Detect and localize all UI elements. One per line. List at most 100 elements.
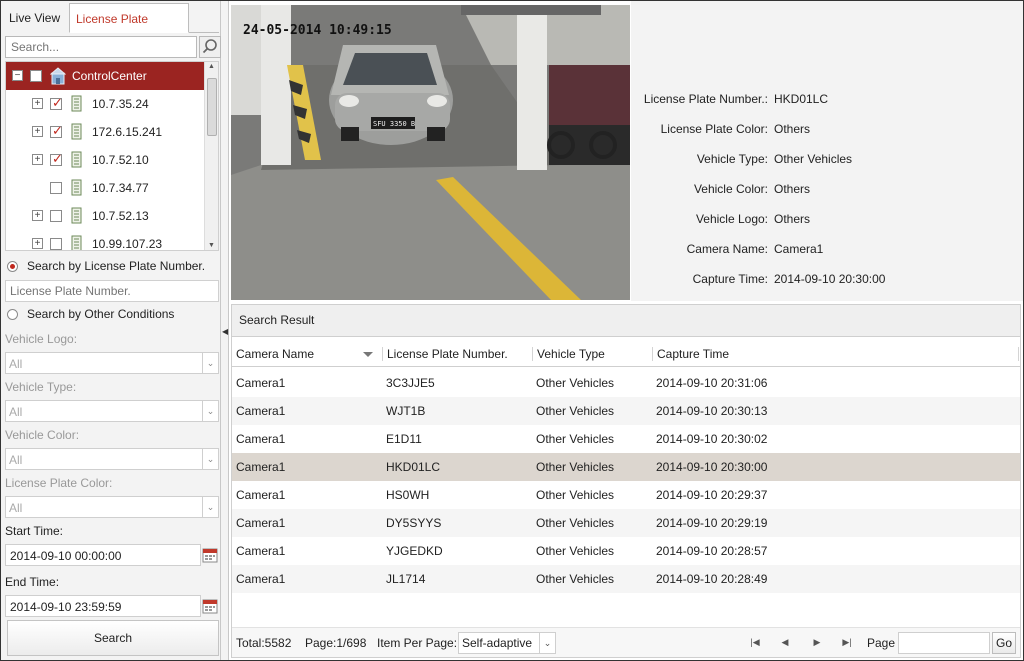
detail-key: Vehicle Logo:	[695, 212, 768, 226]
capture-image: SFU 3350 B 24-05-2014 10:49:15	[231, 5, 630, 300]
chevron-down-icon[interactable]: ⌄	[539, 633, 555, 653]
end-time-label: End Time:	[5, 575, 60, 589]
detail-key: Vehicle Color:	[693, 182, 768, 196]
radio-by-plate[interactable]	[7, 261, 18, 272]
scroll-up-icon[interactable]: ▲	[208, 63, 215, 70]
column-divider[interactable]	[1018, 347, 1019, 361]
tree-root-controlcenter[interactable]: − ControlCenter	[6, 62, 204, 90]
scroll-down-icon[interactable]: ▼	[208, 242, 215, 249]
cell-capture-time: 2014-09-10 20:29:37	[656, 488, 768, 502]
detail-value: Camera1	[774, 242, 824, 256]
start-time-input[interactable]: 2014-09-10 00:00:00	[5, 544, 201, 566]
cell-camera-name: Camera1	[236, 404, 286, 418]
chevron-down-icon[interactable]: ⌄	[202, 353, 218, 373]
end-time-input[interactable]: 2014-09-10 23:59:59	[5, 595, 201, 617]
table-row[interactable]: Camera1 3C3JJE5 Other Vehicles 2014-09-1…	[232, 369, 1020, 397]
tab-bar: Live View License Plate Query	[3, 3, 219, 56]
table-row-selected[interactable]: Camera1 HKD01LC Other Vehicles 2014-09-1…	[232, 453, 1020, 481]
expand-icon[interactable]: +	[32, 154, 43, 165]
cell-capture-time: 2014-09-10 20:28:57	[656, 544, 768, 558]
first-page-icon[interactable]: |◀	[748, 635, 762, 649]
device-checkbox[interactable]	[50, 210, 62, 222]
table-row[interactable]: Camera1 WJT1B Other Vehicles 2014-09-10 …	[232, 397, 1020, 425]
panel-splitter[interactable]: ◀	[221, 1, 229, 660]
expand-icon[interactable]: +	[32, 210, 43, 221]
column-header-capture-time[interactable]: Capture Time	[653, 341, 953, 367]
table-row[interactable]: Camera1 E1D11 Other Vehicles 2014-09-10 …	[232, 425, 1020, 453]
table-row[interactable]: Camera1 JL1714 Other Vehicles 2014-09-10…	[232, 565, 1020, 593]
detail-row: License Plate Number.: HKD01LC	[631, 92, 1023, 110]
search-by-other-option[interactable]: Search by Other Conditions	[7, 306, 221, 324]
vehicle-color-select[interactable]: All ⌄	[5, 448, 219, 470]
column-header-camera-name[interactable]: Camera Name	[232, 341, 382, 367]
calendar-icon[interactable]	[202, 598, 218, 614]
chevron-down-icon[interactable]: ⌄	[202, 449, 218, 469]
search-result-panel: Search Result Camera Name License Plate …	[231, 304, 1021, 658]
plate-number-input[interactable]	[5, 280, 219, 302]
end-time-value: 2014-09-10 23:59:59	[10, 600, 122, 614]
chevron-down-icon[interactable]: ⌄	[202, 401, 218, 421]
calendar-icon[interactable]	[202, 547, 218, 563]
detail-value: HKD01LC	[774, 92, 829, 106]
table-row[interactable]: Camera1 DY5SYYS Other Vehicles 2014-09-1…	[232, 509, 1020, 537]
vehicle-logo-select[interactable]: All ⌄	[5, 352, 219, 374]
last-page-icon[interactable]: ▶|	[840, 635, 854, 649]
cell-camera-name: Camera1	[236, 516, 286, 530]
tree-item-device[interactable]: + 10.99.107.23	[6, 230, 204, 250]
tree-scroll-thumb[interactable]	[207, 78, 217, 136]
detail-key: Capture Time:	[692, 272, 768, 286]
tree-scrollbar[interactable]: ▲ ▼	[204, 62, 218, 250]
tree-item-device[interactable]: + 172.6.15.241	[6, 118, 204, 146]
device-label: 10.7.52.10	[92, 153, 149, 167]
next-page-icon[interactable]: ▶	[810, 635, 824, 649]
expand-icon[interactable]: +	[32, 126, 43, 137]
vehicle-color-value: All	[9, 453, 23, 467]
tree-item-device[interactable]: 10.7.34.77	[6, 174, 204, 202]
result-table-body: Camera1 3C3JJE5 Other Vehicles 2014-09-1…	[232, 369, 1020, 621]
device-checkbox[interactable]	[50, 238, 62, 250]
chevron-down-icon[interactable]: ⌄	[202, 497, 218, 517]
tab-live-view[interactable]: Live View	[3, 3, 69, 33]
cell-plate-number: HS0WH	[386, 488, 430, 502]
items-per-page-value: Self-adaptive	[462, 636, 533, 650]
device-checkbox[interactable]	[50, 151, 63, 167]
detail-key: License Plate Number.:	[643, 92, 768, 106]
device-label: 10.7.52.13	[92, 209, 149, 223]
plate-color-select[interactable]: All ⌄	[5, 496, 219, 518]
radio-by-other[interactable]	[7, 309, 18, 320]
table-row[interactable]: Camera1 YJGEDKD Other Vehicles 2014-09-1…	[232, 537, 1020, 565]
column-header-vehicle-type[interactable]: Vehicle Type	[533, 341, 653, 367]
expand-icon[interactable]: +	[32, 98, 43, 109]
page-number-input[interactable]	[898, 632, 990, 654]
tree-item-device[interactable]: + 10.7.52.13	[6, 202, 204, 230]
result-table-header: Camera Name License Plate Number. Vehicl…	[232, 341, 1020, 367]
vehicle-type-select[interactable]: All ⌄	[5, 400, 219, 422]
detail-row: Vehicle Logo: Others	[631, 212, 1023, 230]
sort-desc-icon[interactable]	[363, 352, 373, 357]
tree-item-device[interactable]: + 10.7.35.24	[6, 90, 204, 118]
tree-item-device[interactable]: + 10.7.52.10	[6, 146, 204, 174]
items-per-page-select[interactable]: Self-adaptive ⌄	[458, 632, 556, 654]
search-icon-button[interactable]	[199, 36, 221, 58]
cell-capture-time: 2014-09-10 20:30:00	[656, 460, 768, 474]
column-header-plate-number[interactable]: License Plate Number.	[383, 341, 533, 367]
start-time-value: 2014-09-10 00:00:00	[10, 549, 122, 563]
expand-icon[interactable]: +	[32, 238, 43, 249]
prev-page-icon[interactable]: ◀	[778, 635, 792, 649]
device-checkbox[interactable]	[50, 123, 63, 139]
cell-plate-number: E1D11	[386, 432, 422, 446]
collapse-icon[interactable]: −	[12, 70, 23, 81]
table-row[interactable]: Camera1 HS0WH Other Vehicles 2014-09-10 …	[232, 481, 1020, 509]
cell-vehicle-type: Other Vehicles	[536, 460, 615, 474]
search-result-title: Search Result	[232, 305, 1020, 337]
tree-root-checkbox[interactable]	[30, 70, 42, 82]
device-checkbox[interactable]	[50, 182, 62, 194]
tab-license-plate-query[interactable]: License Plate Query	[69, 3, 189, 56]
search-button[interactable]: Search	[7, 620, 219, 656]
device-checkbox[interactable]	[50, 95, 63, 111]
search-by-plate-option[interactable]: Search by License Plate Number.	[7, 258, 221, 276]
collapse-left-icon[interactable]: ◀	[222, 327, 228, 336]
left-panel: Live View License Plate Query − ControlC…	[1, 1, 221, 660]
go-button[interactable]: Go	[992, 632, 1016, 654]
search-input[interactable]	[5, 36, 197, 58]
